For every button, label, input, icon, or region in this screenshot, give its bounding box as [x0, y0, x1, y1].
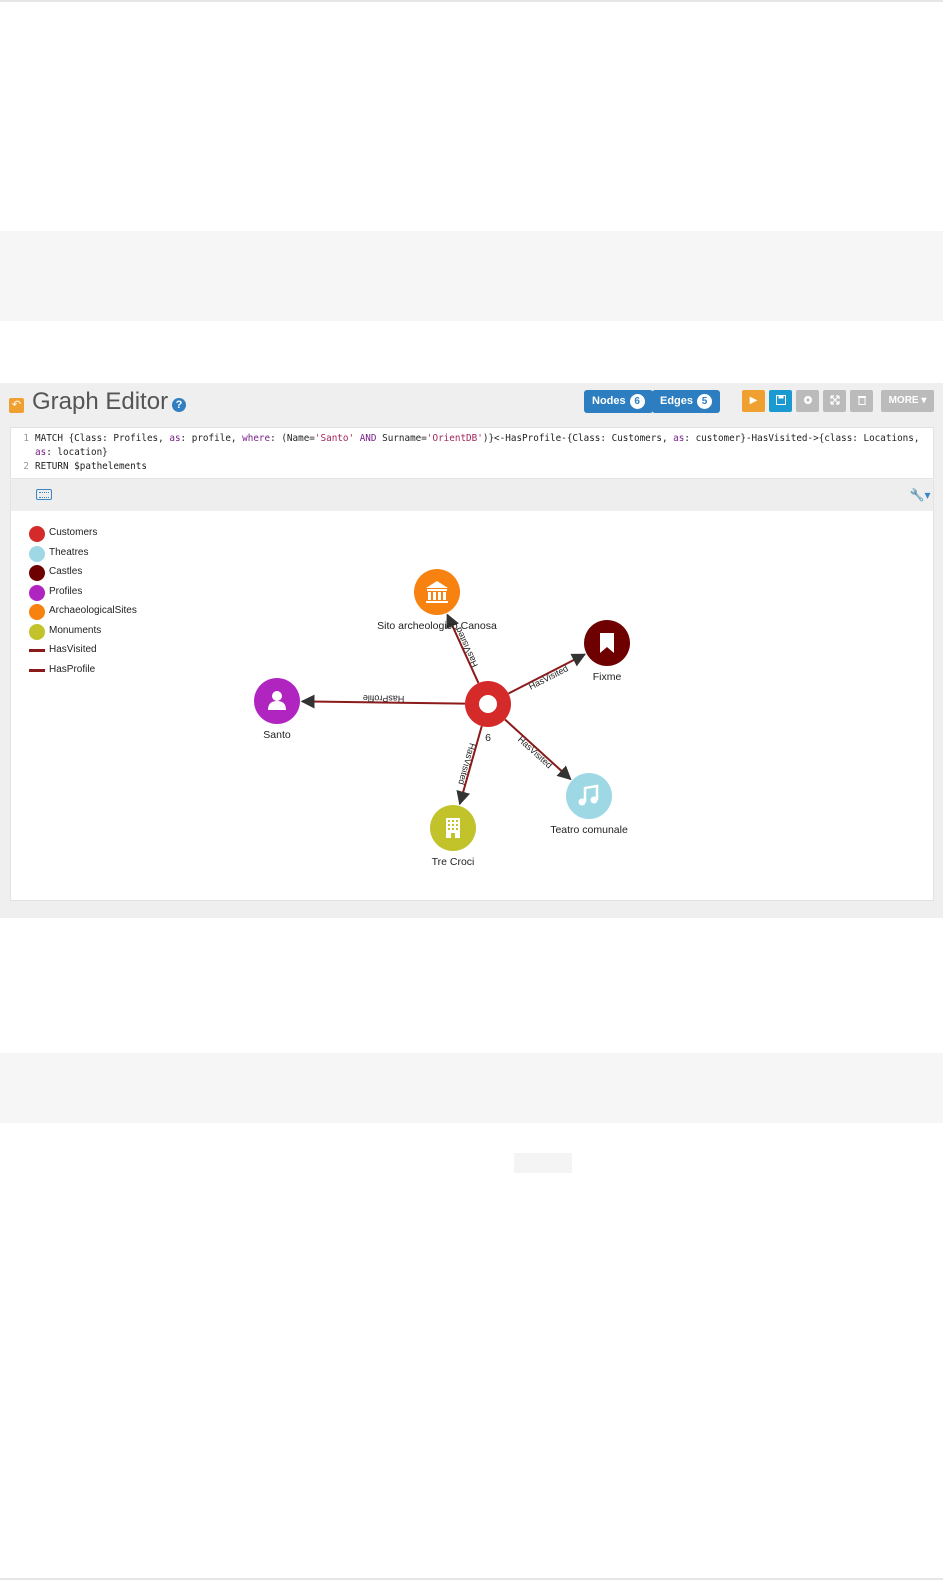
graph-svg[interactable]: HasVisited HasVisited HasProfile HasVisited…: [11, 511, 933, 901]
keyboard-icon[interactable]: [36, 489, 52, 500]
graph-editor-panel: ↶ Graph Editor ? Nodes 6 Edges 5 ▶ MORE ▾ …: [0, 383, 943, 918]
save-button[interactable]: [769, 390, 792, 412]
query-text: MATCH {Class: Profiles, as: profile, whe…: [35, 433, 920, 444]
node-label: Fixme: [593, 671, 622, 683]
query-line-2: 2 RETURN $pathelements: [11, 460, 147, 474]
clear-button[interactable]: [850, 390, 873, 412]
node-label: 6: [485, 732, 491, 744]
nodes-label: Nodes: [592, 395, 626, 407]
edge-label: HasVisited: [516, 734, 554, 770]
trash-icon: [857, 396, 866, 406]
save-icon: [775, 395, 786, 406]
expand-icon: [829, 395, 840, 405]
fullscreen-button[interactable]: [823, 390, 846, 412]
query-text: as: location}: [35, 447, 108, 458]
graph-node[interactable]: Tre Croci: [430, 805, 476, 868]
graph-toolbar: 🔧▾: [10, 480, 934, 511]
edge-label: HasVisited: [456, 742, 477, 786]
circle-icon: [479, 695, 497, 713]
edge-label: HasVisited: [527, 663, 570, 691]
graph-node[interactable]: Teatro comunale: [550, 773, 628, 836]
graph-node[interactable]: Santo: [254, 678, 300, 741]
graph-node[interactable]: Sito archeologico Canosa: [377, 569, 497, 632]
nodes-count-badge: 6: [629, 394, 645, 409]
graph-node[interactable]: 6: [465, 681, 511, 744]
nodes-button[interactable]: Nodes 6: [584, 390, 653, 413]
edges-button[interactable]: Edges 5: [652, 390, 721, 413]
page-title: Graph Editor: [32, 388, 169, 415]
building-icon: [446, 818, 460, 838]
query-editor[interactable]: 1 MATCH {Class: Profiles, as: profile, wh…: [10, 427, 934, 479]
wrench-dropdown-icon[interactable]: 🔧▾: [909, 487, 931, 503]
graph-node[interactable]: Fixme: [584, 620, 630, 683]
graph-editor-header: ↶ Graph Editor ? Nodes 6 Edges 5 ▶ MORE ▾: [0, 383, 943, 423]
separator-band: [0, 1053, 943, 1123]
back-icon[interactable]: ↶: [9, 398, 24, 413]
help-icon[interactable]: ?: [172, 398, 186, 412]
graph-canvas[interactable]: Customers Theatres Castles Profiles Archaeol…: [10, 511, 934, 901]
node-label: Sito archeologico Canosa: [377, 620, 497, 632]
edge-label: HasProfile: [363, 693, 405, 704]
edges-label: Edges: [660, 395, 694, 407]
line-number: 2: [23, 461, 29, 472]
separator-band: [0, 231, 943, 321]
node-label: Santo: [263, 729, 291, 741]
node-circle[interactable]: [566, 773, 612, 819]
node-label: Teatro comunale: [550, 824, 628, 836]
node-label: Tre Croci: [432, 856, 475, 868]
query-text: RETURN $pathelements: [35, 461, 147, 472]
gear-icon: [803, 396, 812, 405]
node-circle[interactable]: [414, 569, 460, 615]
query-line-1-wrap: as: location}: [11, 446, 108, 460]
run-button[interactable]: ▶: [742, 390, 765, 412]
edges-count-badge: 5: [697, 394, 713, 409]
query-line-1: 1 MATCH {Class: Profiles, as: profile, wh…: [11, 432, 919, 446]
edge-label: HasVisited: [453, 626, 480, 669]
settings-button[interactable]: [796, 390, 819, 412]
line-number: 1: [23, 433, 29, 444]
placeholder-chip: [514, 1153, 572, 1173]
top-divider: [0, 0, 943, 2]
more-menu-button[interactable]: MORE ▾: [881, 390, 934, 412]
